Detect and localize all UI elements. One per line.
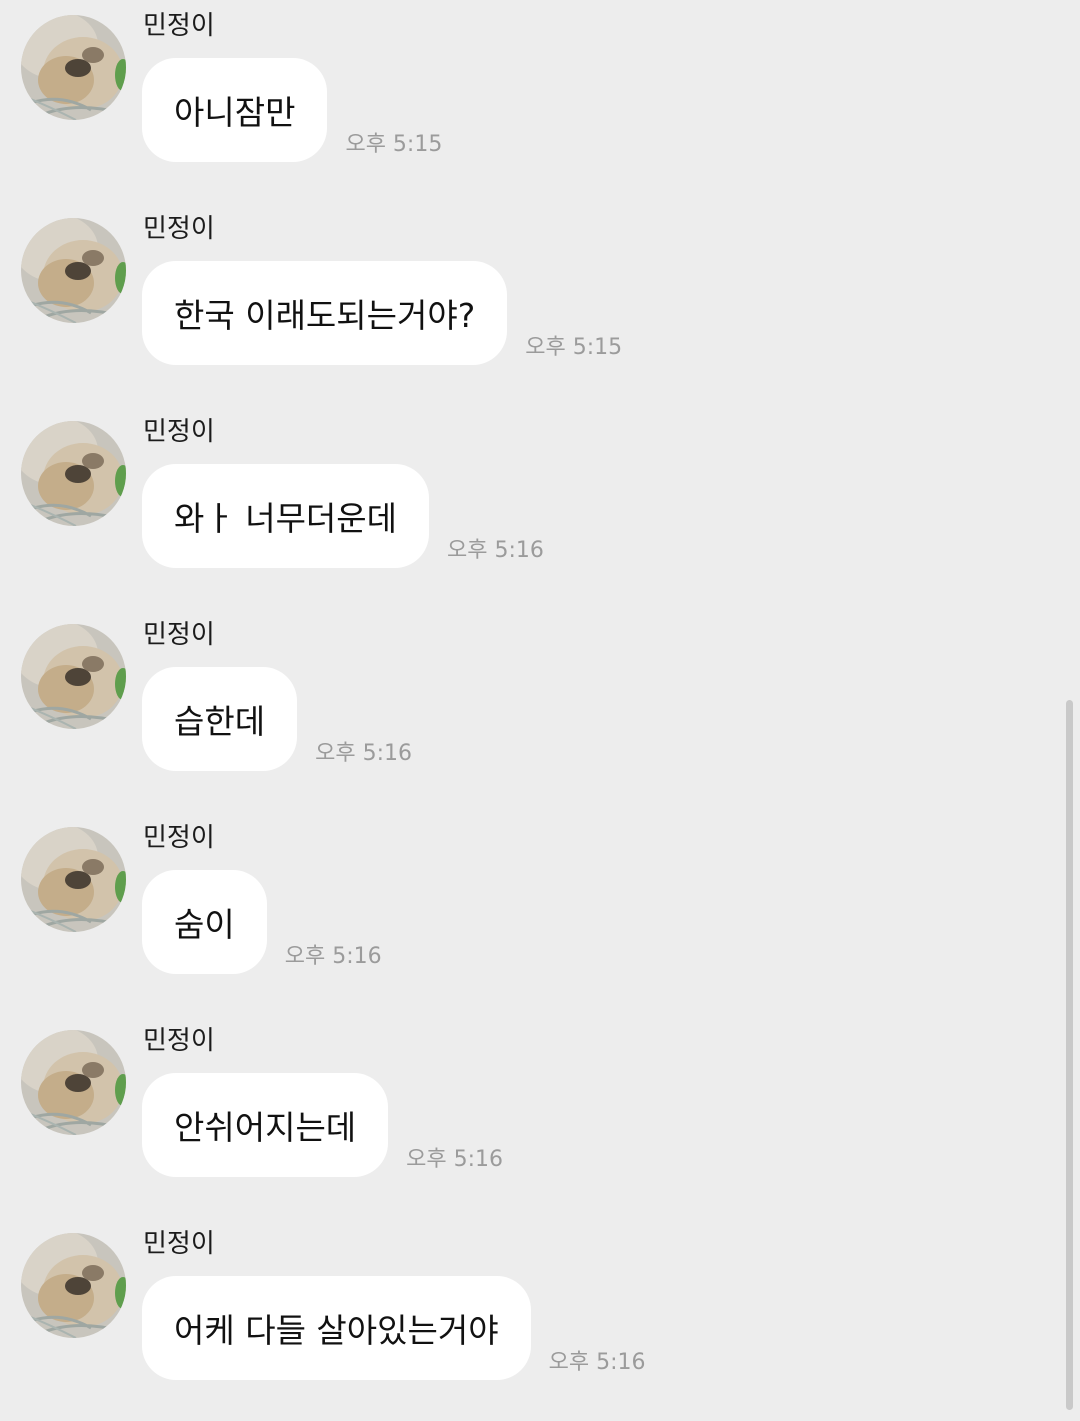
message-item: 민정이 습한데 오후 5:16 bbox=[0, 609, 1060, 812]
message-row: 어케 다들 살아있는거야 오후 5:16 bbox=[142, 1276, 645, 1380]
message-row: 한국 이래도되는거야? 오후 5:15 bbox=[142, 261, 622, 365]
dog-photo-avatar-icon[interactable] bbox=[21, 15, 126, 120]
message-bubble[interactable]: 아니잠만 bbox=[142, 58, 328, 162]
chat-scrollbar[interactable] bbox=[1066, 700, 1073, 1410]
dog-photo-avatar-icon[interactable] bbox=[21, 1030, 126, 1135]
message-item: 민정이 한국 이래도되는거야? 오후 5:15 bbox=[0, 203, 1060, 406]
dog-photo-avatar-icon[interactable] bbox=[21, 827, 126, 932]
message-item: 민정이 아니잠만 오후 5:15 bbox=[0, 0, 1060, 203]
message-item: 민정이 와ㅏ 너무더운데 오후 5:16 bbox=[0, 406, 1060, 609]
message-item: 민정이 숨이 오후 5:16 bbox=[0, 812, 1060, 1015]
message-row: 숨이 오후 5:16 bbox=[142, 870, 382, 974]
message-bubble[interactable]: 와ㅏ 너무더운데 bbox=[142, 464, 430, 568]
sender-name: 민정이 bbox=[143, 417, 215, 447]
message-bubble[interactable]: 숨이 bbox=[142, 870, 267, 974]
message-row: 아니잠만 오후 5:15 bbox=[142, 58, 442, 162]
sender-name: 민정이 bbox=[143, 1229, 215, 1259]
dog-photo-avatar-icon[interactable] bbox=[21, 218, 126, 323]
message-timestamp: 오후 5:16 bbox=[315, 741, 412, 766]
message-item: 민정이 안쉬어지는데 오후 5:16 bbox=[0, 1015, 1060, 1218]
sender-name: 민정이 bbox=[143, 823, 215, 853]
message-bubble[interactable]: 습한데 bbox=[142, 667, 298, 771]
dog-photo-avatar-icon[interactable] bbox=[21, 1233, 126, 1338]
message-row: 와ㅏ 너무더운데 오후 5:16 bbox=[142, 464, 544, 568]
sender-name: 민정이 bbox=[143, 214, 215, 244]
message-timestamp: 오후 5:16 bbox=[548, 1350, 646, 1375]
message-item: 민정이 어케 다들 살아있는거야 오후 5:16 bbox=[0, 1218, 1060, 1421]
message-row: 안쉬어지는데 오후 5:16 bbox=[142, 1073, 503, 1177]
sender-name: 민정이 bbox=[143, 1026, 215, 1056]
message-timestamp: 오후 5:16 bbox=[447, 538, 544, 563]
message-timestamp: 오후 5:15 bbox=[525, 335, 623, 360]
chat-message-list[interactable]: 민정이 아니잠만 오후 5:15 민정이 한국 이래도되는거야? 오후 5:15 bbox=[0, 0, 1080, 1410]
message-timestamp: 오후 5:15 bbox=[345, 132, 443, 157]
message-timestamp: 오후 5:16 bbox=[406, 1147, 504, 1172]
message-timestamp: 오후 5:16 bbox=[284, 944, 382, 969]
sender-name: 민정이 bbox=[143, 620, 215, 650]
message-row: 습한데 오후 5:16 bbox=[142, 667, 412, 771]
message-bubble[interactable]: 한국 이래도되는거야? bbox=[142, 261, 508, 365]
message-bubble[interactable]: 안쉬어지는데 bbox=[142, 1073, 389, 1177]
dog-photo-avatar-icon[interactable] bbox=[21, 421, 126, 526]
dog-photo-avatar-icon[interactable] bbox=[21, 624, 126, 729]
message-bubble[interactable]: 어케 다들 살아있는거야 bbox=[142, 1276, 531, 1380]
sender-name: 민정이 bbox=[143, 11, 215, 41]
